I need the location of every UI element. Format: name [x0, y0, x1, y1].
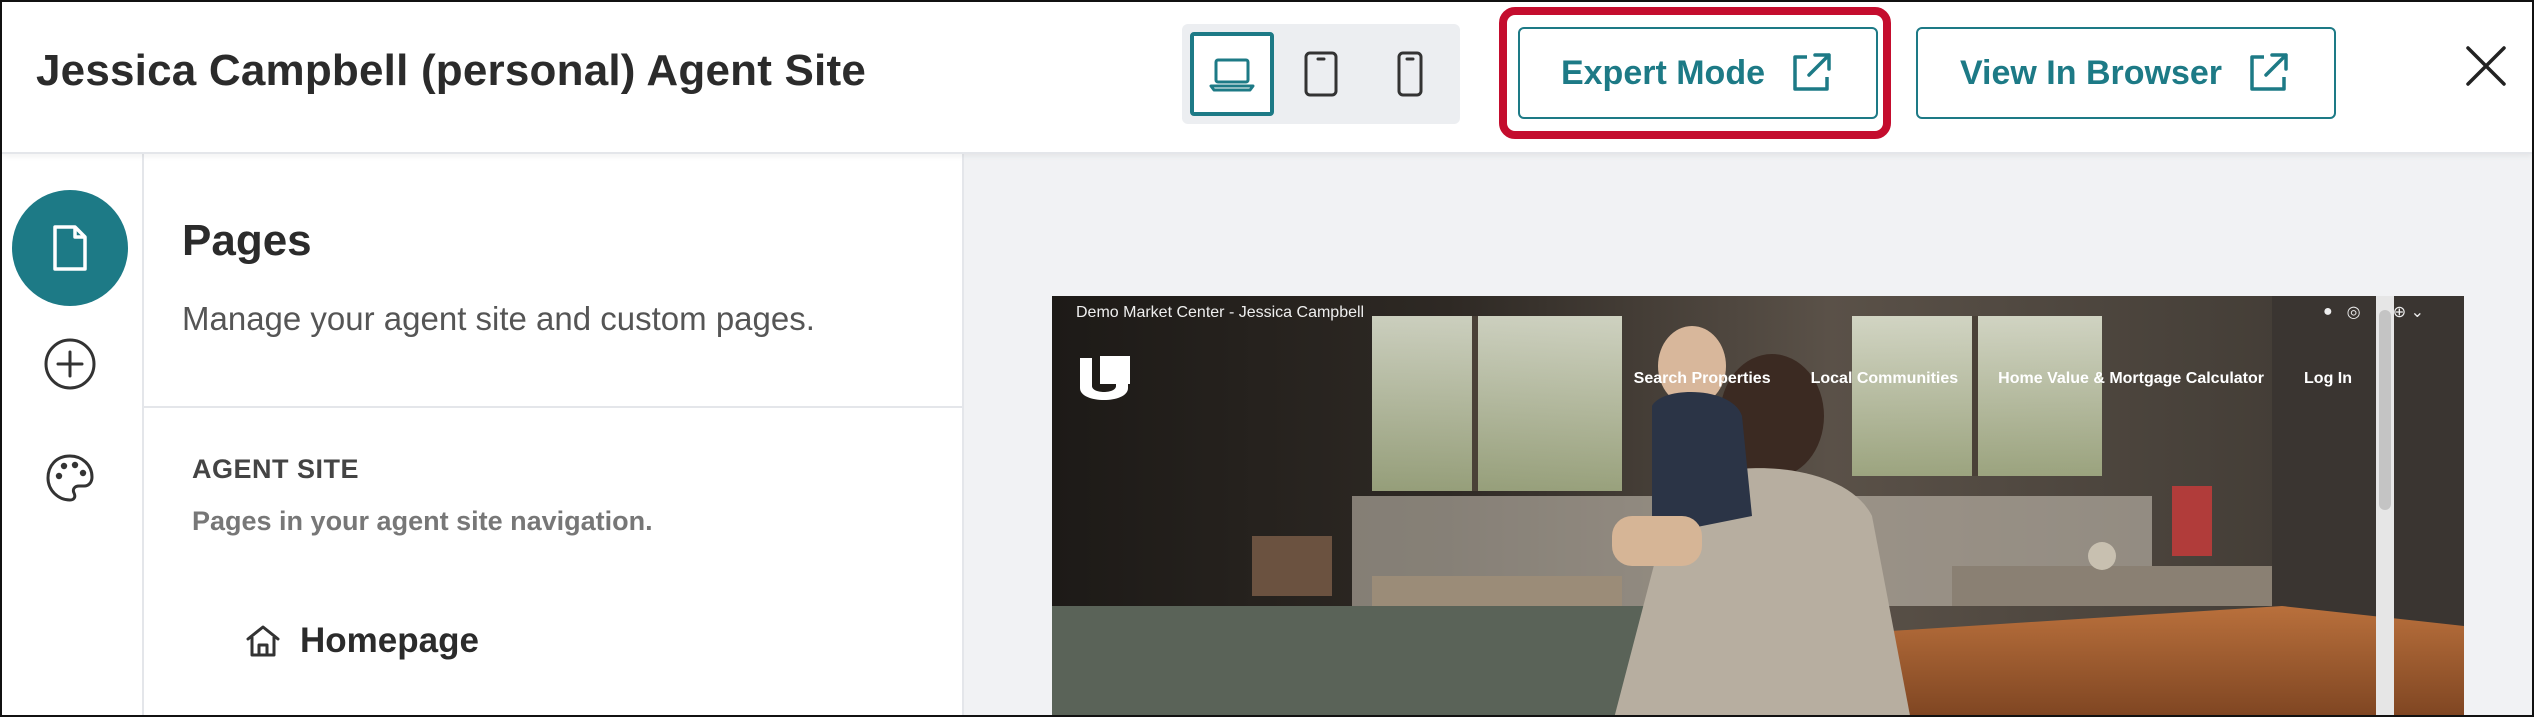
device-preview-toggle [1182, 24, 1460, 124]
panel-subtitle: Manage your agent site and custom pages. [182, 300, 815, 337]
header: Jessica Campbell (personal) Agent Site E… [2, 2, 2532, 154]
view-in-browser-label: View In Browser [1959, 53, 2223, 92]
rail-add-button[interactable] [12, 306, 128, 422]
preview-nav-item[interactable]: Search Properties [1634, 370, 1771, 388]
app-window: Jessica Campbell (personal) Agent Site E… [0, 0, 2534, 717]
section-subtitle: Pages in your agent site navigation. [192, 506, 653, 536]
divider [144, 406, 962, 408]
hero-image [1052, 296, 2464, 715]
close-button[interactable] [2456, 36, 2516, 96]
mobile-icon [1397, 51, 1423, 97]
globe-icon[interactable]: ⊕ ⌄ [2393, 302, 2424, 322]
expert-mode-button[interactable]: Expert Mode [1518, 27, 1878, 119]
desktop-view-button[interactable] [1190, 32, 1274, 116]
preview-social: ● ◎ | ⊕ ⌄ [2323, 302, 2424, 322]
page-item-label: Homepage [300, 621, 479, 660]
plus-circle-icon [44, 338, 96, 390]
close-icon [2466, 46, 2506, 86]
instagram-icon[interactable]: ◎ [2347, 302, 2361, 322]
preview-nav: Search Properties Local Communities Home… [1634, 370, 2352, 388]
facebook-icon[interactable]: ● [2323, 303, 2333, 321]
preview-nav-item[interactable]: Local Communities [1811, 370, 1959, 388]
preview-nav-item[interactable]: Home Value & Mortgage Calculator [1998, 370, 2264, 388]
laptop-icon [1209, 58, 1255, 92]
kw-logo [1080, 356, 1130, 400]
view-in-browser-button[interactable]: View In Browser [1916, 27, 2336, 119]
panel-title: Pages [182, 216, 312, 265]
external-link-icon [1793, 53, 1831, 91]
rail-pages-button[interactable] [12, 190, 128, 306]
preview-nav-item[interactable]: Log In [2304, 370, 2352, 388]
section-title: AGENT SITE [192, 454, 360, 484]
external-link-icon [2250, 53, 2288, 91]
preview-topline: Demo Market Center - Jessica Campbell [1076, 304, 1365, 321]
expert-mode-label: Expert Mode [1560, 53, 1766, 92]
palette-icon [46, 454, 94, 502]
site-preview: Demo Market Center - Jessica Campbell ● … [1052, 296, 2464, 715]
pages-panel: Pages Manage your agent site and custom … [144, 154, 964, 715]
document-icon [53, 225, 87, 271]
page-title: Jessica Campbell (personal) Agent Site [36, 46, 867, 95]
home-icon [246, 625, 280, 657]
site-preview-area: Demo Market Center - Jessica Campbell ● … [964, 154, 2532, 715]
scrollbar-thumb[interactable] [2379, 310, 2391, 510]
rail-theme-button[interactable] [12, 420, 128, 536]
icon-rail [2, 154, 144, 715]
page-item-homepage[interactable]: Homepage [244, 616, 479, 666]
tablet-view-button[interactable] [1279, 32, 1363, 116]
preview-scrollbar[interactable] [2376, 296, 2394, 715]
mobile-view-button[interactable] [1368, 32, 1452, 116]
tablet-icon [1304, 51, 1338, 97]
